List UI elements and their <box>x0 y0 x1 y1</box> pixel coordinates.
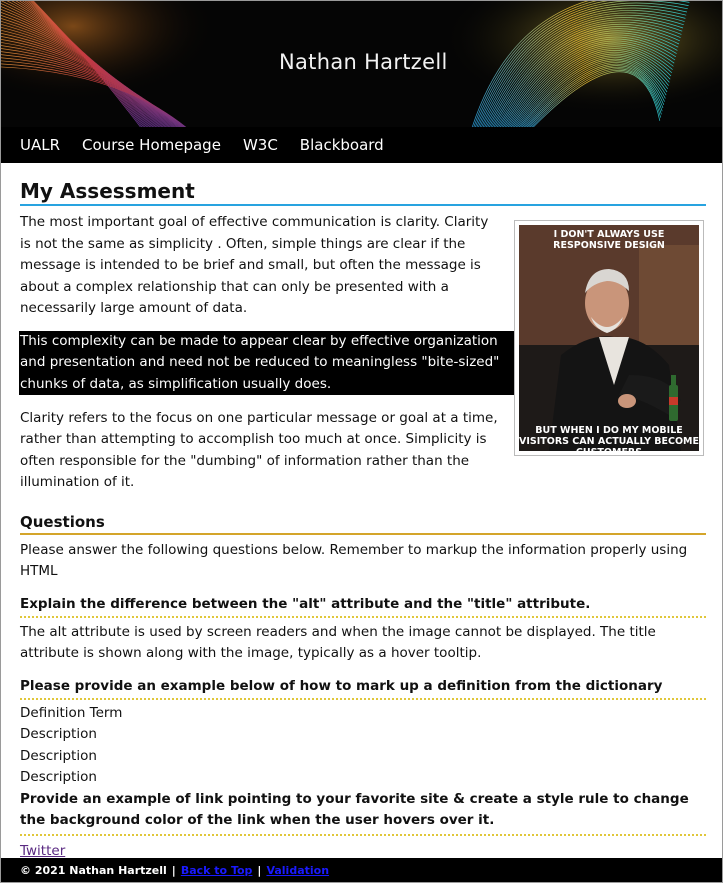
validation-link[interactable]: Validation <box>266 864 329 877</box>
definition-list: Definition Term Description Description … <box>20 703 706 789</box>
meme-top-text: I DON'T ALWAYS USE RESPONSIVE DESIGN <box>553 229 665 251</box>
answer-1: The alt attribute is used by screen read… <box>20 623 656 662</box>
definition-description: Description <box>20 726 97 742</box>
footer-copyright: © 2021 Nathan Hartzell <box>20 863 167 877</box>
meme-picture: I DON'T ALWAYS USE RESPONSIVE DESIGN BUT… <box>519 225 699 451</box>
assessment-paragraph-1: The most important goal of effective com… <box>20 214 489 316</box>
back-to-top-link[interactable]: Back to Top <box>181 864 253 877</box>
questions-heading: Questions <box>20 513 706 535</box>
main-content: My Assessment The most important goal of… <box>19 163 706 859</box>
nav-item-course-homepage[interactable]: Course Homepage <box>82 136 221 154</box>
nav-item-ualr[interactable]: UALR <box>20 136 60 154</box>
favorite-site-link[interactable]: Twitter <box>20 843 65 859</box>
main-nav: UALR Course Homepage W3C Blackboard <box>1 127 722 163</box>
definition-term: Definition Term <box>20 704 123 721</box>
meme-bottom-text: BUT WHEN I DO MY MOBILE VISITORS CAN ACT… <box>519 425 699 451</box>
question-3: Provide an example of link pointing to y… <box>20 789 706 836</box>
question-1: Explain the difference between the "alt"… <box>20 595 706 618</box>
header-banner: Nathan Hartzell <box>1 1 722 127</box>
definition-description: Description <box>20 769 97 785</box>
footer-separator: | <box>257 863 262 877</box>
footer: © 2021 Nathan Hartzell | Back to Top | V… <box>1 858 722 882</box>
question-2: Please provide an example below of how t… <box>20 677 706 700</box>
assessment-paragraph-3: Clarity refers to the focus on one parti… <box>20 409 498 491</box>
page-heading: My Assessment <box>20 179 706 206</box>
highlight-text: This complexity can be made to appear cl… <box>20 332 500 392</box>
page: Nathan Hartzell UALR Course Homepage W3C… <box>0 0 723 883</box>
site-title: Nathan Hartzell <box>279 50 448 74</box>
meme-image: I DON'T ALWAYS USE RESPONSIVE DESIGN BUT… <box>514 220 704 456</box>
nav-item-w3c[interactable]: W3C <box>243 136 278 154</box>
questions-intro: Please answer the following questions be… <box>20 541 688 580</box>
nav-item-blackboard[interactable]: Blackboard <box>300 136 384 154</box>
footer-separator: | <box>171 863 176 877</box>
definition-description: Description <box>20 747 97 764</box>
meme-photo <box>519 225 699 451</box>
